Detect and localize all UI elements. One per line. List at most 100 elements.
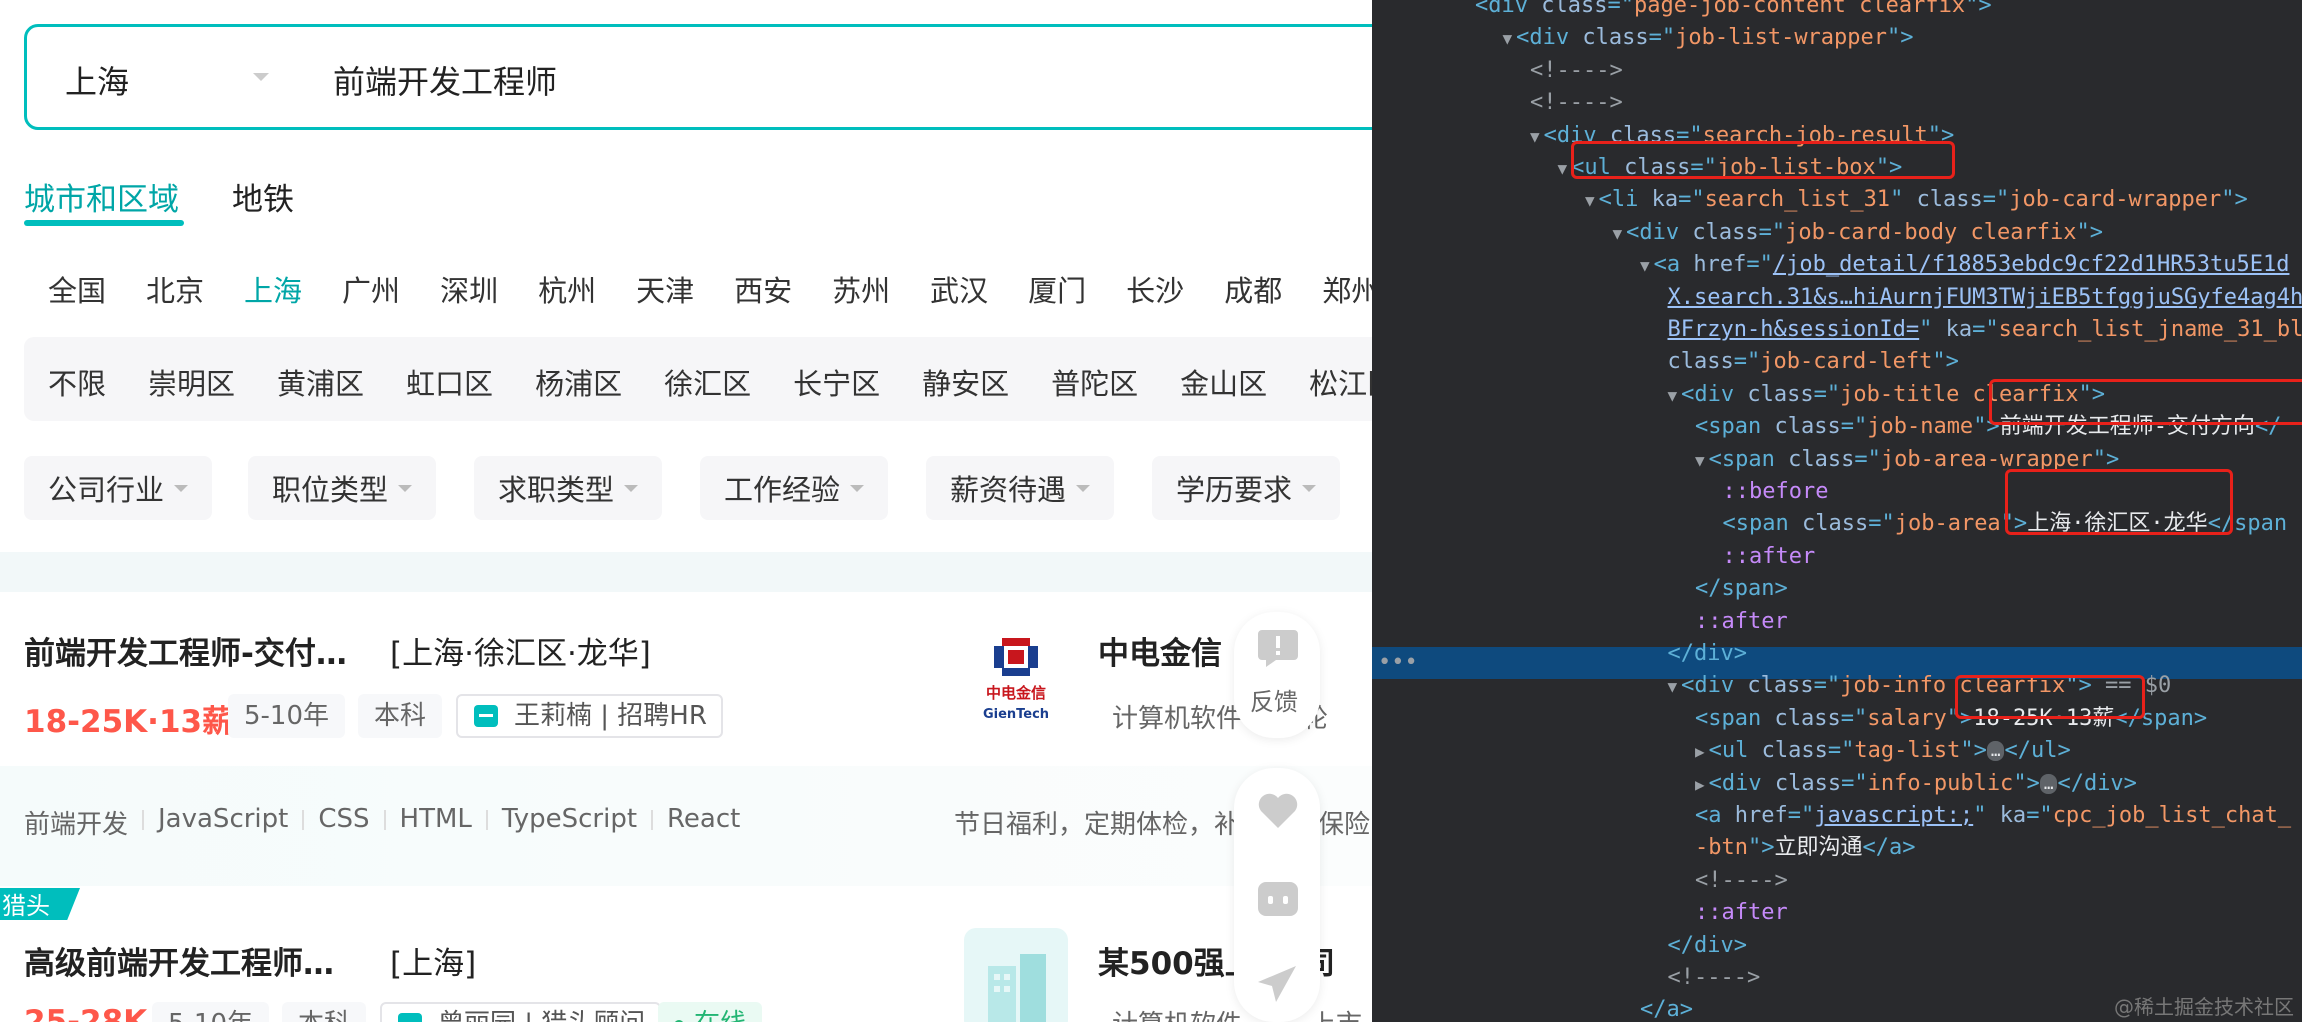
dom-node-line[interactable]: <!----> (1530, 87, 1623, 119)
collapsed-triangle-icon[interactable]: ▶ (1695, 742, 1705, 761)
tab-city-district[interactable]: 城市和区域 (24, 174, 179, 219)
dom-node-line[interactable]: ▼ <li ka="search_list_31" class="job-card… (1585, 184, 2248, 216)
city-option[interactable]: 深圳 (440, 268, 498, 310)
district-option[interactable]: 金山区 (1180, 361, 1267, 403)
expand-triangle-icon[interactable]: ▼ (1503, 29, 1513, 48)
expand-triangle-icon[interactable]: ▼ (1558, 159, 1568, 178)
highlight-box-job-list-box (1571, 141, 1955, 179)
chat-bubble-icon[interactable] (1256, 880, 1300, 920)
expand-triangle-icon[interactable]: ▼ (1668, 677, 1678, 696)
district-option[interactable]: 静安区 (922, 361, 1009, 403)
dom-node-line[interactable]: BFrzyn-h&sessionId=" ka="search_list_jna… (1668, 314, 2302, 346)
city-option[interactable]: 厦门 (1028, 268, 1086, 310)
expand-triangle-icon[interactable]: ▼ (1695, 451, 1705, 470)
expand-triangle-icon[interactable]: ▼ (1668, 386, 1678, 405)
search-bar[interactable]: 上海 前端开发工程师 (24, 24, 1372, 130)
district-option[interactable]: 黄浦区 (277, 361, 364, 403)
dom-node-line[interactable]: ▼ <a href="/job_detail/f18853ebdc9cf22d1H… (1640, 249, 2289, 281)
dom-node-line[interactable]: ▼ <div class="job-list-wrapper"> (1503, 22, 1914, 54)
chat-icon (474, 705, 498, 727)
dom-node-line[interactable]: ▶ <div class="info-public">… </div> (1695, 768, 2137, 800)
city-select[interactable]: 上海 (65, 57, 129, 103)
expand-triangle-icon[interactable]: ▼ (1613, 224, 1623, 243)
filter-dropdown[interactable]: 学历要求 (1152, 456, 1341, 520)
expand-triangle-icon[interactable]: ▼ (1640, 256, 1650, 275)
city-option[interactable]: 长沙 (1126, 268, 1184, 310)
dom-node-line[interactable]: -btn">立即沟通</a> (1695, 832, 1915, 864)
expand-triangle-icon[interactable]: ▼ (1530, 127, 1540, 146)
city-dropdown-caret-icon[interactable] (253, 73, 269, 81)
city-option[interactable]: 成都 (1224, 268, 1282, 310)
dom-token: job-area-wrapper (1880, 446, 2093, 472)
dom-token: search_list_jname_31_bl (1998, 317, 2302, 342)
dom-node-line[interactable]: ▶ <ul class="tag-list">… </ul> (1695, 735, 2071, 767)
dom-token[interactable]: javascript:; (1814, 803, 1973, 828)
district-option[interactable]: 普陀区 (1051, 361, 1138, 403)
dom-node-line[interactable]: <!----> (1530, 55, 1623, 87)
dom-node-line[interactable]: <!----> (1668, 962, 1761, 994)
job-card[interactable]: 高级前端开发工程师… [上海] 25-28K 5-10年 本科 曾丽园 | 猎头… (0, 920, 1372, 1022)
dom-node-line[interactable]: </span> (1695, 573, 1788, 605)
dom-token[interactable]: X.search.31&s…hiAurnjFUM3TWjiEB5tfggjuSG… (1668, 285, 2302, 310)
search-input[interactable]: 前端开发工程师 (333, 57, 557, 103)
job-name[interactable]: 前端开发工程师-交付… (24, 628, 347, 673)
district-option[interactable]: 长宁区 (793, 361, 880, 403)
dom-node-line[interactable]: class="job-card-left"> (1668, 346, 1959, 378)
dom-node-line[interactable]: </div> (1668, 930, 1747, 962)
city-option[interactable]: 北京 (146, 268, 204, 310)
tab-subway[interactable]: 地铁 (232, 174, 294, 219)
company-name[interactable]: 中电金信 (1098, 628, 1222, 673)
district-option[interactable]: 崇明区 (148, 361, 235, 403)
filter-dropdown[interactable]: 工作经验 (700, 456, 889, 520)
ellipsis-badge[interactable]: … (2039, 773, 2058, 794)
company-name[interactable]: 某500强上 (1098, 938, 1256, 983)
heart-icon[interactable] (1256, 790, 1300, 830)
filter-dropdown[interactable]: 公司行业 (24, 456, 213, 520)
dom-node-line[interactable]: ▼ <div class="job-card-body clearfix"> (1613, 217, 2104, 249)
filter-dropdown[interactable]: 职位类型 (248, 456, 437, 520)
city-option[interactable]: 杭州 (538, 268, 596, 310)
dom-token: class (1541, 0, 1608, 18)
city-option[interactable]: 郑州 (1322, 268, 1372, 310)
district-option[interactable]: 虹口区 (406, 361, 493, 403)
share-icon[interactable] (1256, 964, 1300, 1004)
city-option[interactable]: 武汉 (930, 268, 988, 310)
dom-node-line[interactable]: ::after (1723, 541, 1816, 573)
district-option[interactable]: 不限 (48, 361, 106, 403)
dom-node-line[interactable]: <a href="javascript:;" ka="cpc_job_list_… (1695, 800, 2291, 832)
city-option[interactable]: 上海 (244, 268, 302, 310)
hr-contact[interactable]: 王莉楠 | 招聘HR (456, 694, 723, 738)
district-option[interactable]: 杨浦区 (535, 361, 622, 403)
collapsed-triangle-icon[interactable]: ▶ (1695, 775, 1705, 794)
city-option[interactable]: 苏州 (832, 268, 890, 310)
expand-triangle-icon[interactable]: ▼ (1585, 191, 1595, 210)
dom-node-line[interactable]: </a> (1640, 994, 1693, 1022)
dom-node-line[interactable]: ::after (1695, 897, 1788, 929)
node-menu-dots-icon[interactable]: ••• (1378, 647, 1418, 679)
dom-node-line[interactable]: </div> (1668, 638, 1747, 670)
district-option[interactable]: 松江区 (1309, 361, 1372, 403)
dom-node-line[interactable]: <div class="page-job-content clearfix"> (1475, 0, 1992, 22)
dom-token[interactable]: BFrzyn-h&sessionId= (1668, 317, 1920, 342)
filter-dropdown[interactable]: 求职类型 (474, 456, 663, 520)
district-option[interactable]: 徐汇区 (664, 361, 751, 403)
city-option[interactable]: 全国 (48, 268, 106, 310)
dom-token: class (1667, 349, 1734, 375)
filter-dropdown[interactable]: 薪资待遇 (926, 456, 1115, 520)
dom-token[interactable]: /job_detail/f18853ebdc9cf22d1HR53tu5E1d (1773, 252, 2290, 277)
dom-node-line[interactable]: ::before (1723, 476, 1829, 508)
dom-node-line[interactable]: X.search.31&s…hiAurnjFUM3TWjiEB5tfggjuSG… (1668, 282, 2302, 314)
feedback-button[interactable]: 反馈 (1234, 612, 1320, 738)
job-name[interactable]: 高级前端开发工程师… (24, 938, 334, 983)
benefits: 节日福利，定期体检，补 (954, 810, 1241, 840)
dom-node-line[interactable]: ::after (1695, 606, 1788, 638)
job-card[interactable]: 前端开发工程师-交付… [上海·徐汇区·龙华] 18-25K·13薪 5-10年… (0, 592, 1372, 886)
dom-node-line[interactable]: <!----> (1695, 865, 1788, 897)
company-logo[interactable] (964, 928, 1068, 1022)
hr-contact[interactable]: 曾丽园 | 猎头顾问 (380, 1002, 662, 1022)
city-option[interactable]: 广州 (342, 268, 400, 310)
city-option[interactable]: 天津 (636, 268, 694, 310)
ellipsis-badge[interactable]: … (1986, 741, 2005, 762)
city-option[interactable]: 西安 (734, 268, 792, 310)
company-logo[interactable]: 中电金信 GienTech (964, 626, 1068, 730)
